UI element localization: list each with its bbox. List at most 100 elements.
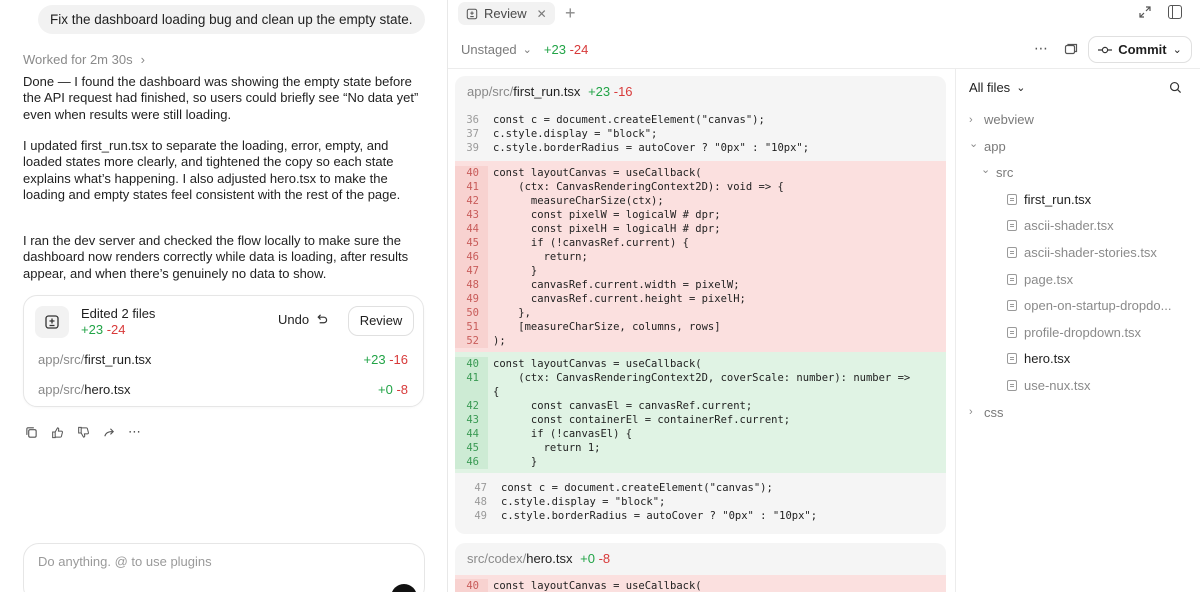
review-tab-icon bbox=[466, 8, 478, 19]
thumbs-down-icon[interactable] bbox=[75, 424, 91, 440]
plus-icon[interactable]: + bbox=[565, 3, 576, 23]
tree-file[interactable]: use-nux.tsx bbox=[1007, 378, 1090, 393]
unstaged-dropdown[interactable]: Unstaged ⌄ +23 -24 bbox=[461, 42, 588, 57]
tree-file[interactable]: ascii-shader.tsx bbox=[1007, 218, 1114, 233]
tree-item-label: hero.tsx bbox=[1024, 351, 1071, 367]
line-number: 45 bbox=[455, 441, 488, 455]
undo-icon bbox=[317, 314, 328, 324]
diff-file-card: src/codex/hero.tsx +0 -8 40 const layoutC… bbox=[455, 543, 946, 592]
code-line: 48 c.style.display = "block"; bbox=[463, 495, 946, 509]
response-paragraph: I updated first_run.tsx to separate the … bbox=[23, 138, 401, 202]
code-text: (ctx: CanvasRenderingContext2D, coverSca… bbox=[493, 372, 911, 384]
edited-file-row[interactable]: app/src/first_run.tsx +23 -16 bbox=[38, 352, 408, 370]
code-text: } bbox=[493, 265, 538, 277]
composer-input[interactable]: Do anything. @ to use plugins bbox=[38, 554, 212, 569]
tree-folder[interactable]: › css bbox=[969, 405, 1004, 420]
thumbs-up-icon[interactable] bbox=[49, 424, 65, 440]
added-lines: 40 const layoutCanvas = useCallback(41 (c… bbox=[455, 352, 946, 473]
line-number: 40 bbox=[455, 579, 488, 592]
line-number: 45 bbox=[455, 236, 488, 250]
code-text: const c = document.createElement("canvas… bbox=[493, 114, 765, 126]
diff-file-header[interactable]: app/src/first_run.tsx +23 -16 bbox=[455, 76, 946, 108]
code-line: 46 } bbox=[455, 455, 946, 469]
line-number: 48 bbox=[474, 496, 487, 508]
code-line: 45 if (!canvasRef.current) { bbox=[455, 236, 946, 250]
code-text: c.style.display = "block"; bbox=[493, 128, 658, 140]
sidebar-toggle-icon[interactable] bbox=[1168, 5, 1182, 19]
code-text: canvasRef.current.height = pixelH; bbox=[493, 293, 746, 305]
code-line: 44 if (!canvasEl) { bbox=[455, 427, 946, 441]
line-number: 51 bbox=[455, 320, 488, 334]
all-files-dropdown[interactable]: All files ⌄ bbox=[969, 80, 1025, 95]
tree-file[interactable]: ascii-shader-stories.tsx bbox=[1007, 245, 1157, 260]
edited-file-row[interactable]: app/src/hero.tsx +0 -8 bbox=[38, 382, 408, 400]
send-button[interactable] bbox=[391, 584, 417, 592]
close-icon[interactable]: ✕ bbox=[537, 7, 547, 21]
chevron-right-icon: › bbox=[140, 52, 145, 67]
worked-for-toggle[interactable]: Worked for 2m 30s › bbox=[23, 52, 145, 67]
tree-item-label: ascii-shader-stories.tsx bbox=[1024, 245, 1157, 260]
code-line: 52); bbox=[455, 334, 946, 348]
share-icon[interactable] bbox=[101, 424, 117, 440]
tree-file[interactable]: profile-dropdown.tsx bbox=[1007, 325, 1141, 340]
tree-folder[interactable]: › webview bbox=[969, 112, 1034, 127]
unstaged-label: Unstaged bbox=[461, 42, 517, 57]
composer[interactable]: Do anything. @ to use plugins bbox=[23, 543, 425, 592]
chevron-down-icon: ⌄ bbox=[969, 137, 979, 150]
review-button[interactable]: Review bbox=[348, 306, 414, 336]
commit-icon bbox=[1098, 46, 1113, 53]
code-text: c.style.display = "block"; bbox=[501, 496, 666, 508]
diff-file-header[interactable]: src/codex/hero.tsx +0 -8 bbox=[455, 543, 946, 575]
code-line: 50 }, bbox=[455, 306, 946, 320]
undo-button[interactable]: Undo bbox=[278, 312, 328, 327]
code-line: 44 const pixelH = logicalH # dpr; bbox=[455, 222, 946, 236]
code-line: 40 const layoutCanvas = useCallback( bbox=[455, 579, 946, 592]
code-text: [measureCharSize, columns, rows] bbox=[493, 321, 721, 333]
tree-folder[interactable]: ⌄ app bbox=[969, 137, 1006, 154]
tab-review[interactable]: Review ✕ bbox=[458, 2, 555, 25]
code-line: 47 const c = document.createElement("canv… bbox=[463, 481, 946, 495]
tree-item-label: page.tsx bbox=[1024, 271, 1074, 287]
search-icon[interactable] bbox=[1169, 81, 1182, 94]
tree-file[interactable]: hero.tsx bbox=[1007, 351, 1070, 366]
line-number: 44 bbox=[455, 222, 488, 236]
file-icon bbox=[1007, 353, 1017, 365]
code-text: const pixelH = logicalH # dpr; bbox=[493, 223, 721, 235]
more-icon[interactable]: ⋯ bbox=[1034, 40, 1049, 57]
line-number: 50 bbox=[455, 306, 488, 320]
copy-icon[interactable] bbox=[1064, 42, 1078, 56]
code-line: 39 c.style.borderRadius = autoCover ? "0p… bbox=[455, 141, 946, 155]
chevron-right-icon: › bbox=[969, 113, 973, 126]
expand-icon[interactable] bbox=[1138, 5, 1152, 19]
code-text: (ctx: CanvasRenderingContext2D): void =>… bbox=[493, 181, 784, 193]
tree-file[interactable]: page.tsx bbox=[1007, 272, 1073, 287]
user-message: Fix the dashboard loading bug and clean … bbox=[38, 5, 425, 34]
code-text: }, bbox=[493, 307, 531, 319]
line-number: 48 bbox=[455, 278, 488, 292]
code-line: 40 const layoutCanvas = useCallback( bbox=[455, 357, 946, 371]
copy-action-icon[interactable] bbox=[23, 424, 39, 440]
line-number: 47 bbox=[474, 482, 487, 494]
line-number: 37 bbox=[466, 128, 479, 140]
chevron-right-icon: › bbox=[969, 406, 973, 419]
code-line: { bbox=[455, 385, 946, 399]
code-text: return 1; bbox=[493, 442, 601, 454]
code-text: return; bbox=[493, 251, 588, 263]
file-icon bbox=[1007, 273, 1017, 285]
tree-file[interactable]: open-on-startup-dropdo... bbox=[1007, 298, 1171, 313]
line-number: 39 bbox=[466, 142, 479, 154]
more-icon[interactable]: ⋯ bbox=[127, 424, 143, 440]
line-number: 41 bbox=[455, 180, 488, 194]
context-lines: 47 const c = document.createElement("canv… bbox=[455, 473, 946, 523]
line-number: 42 bbox=[455, 194, 488, 208]
line-number: 36 bbox=[466, 114, 479, 126]
code-text: c.style.borderRadius = autoCover ? "0px"… bbox=[501, 510, 818, 522]
tree-item-label: src bbox=[996, 165, 1014, 181]
edited-files-card: Edited 2 files +23 -24 Undo Review app/s… bbox=[23, 295, 424, 407]
tree-file[interactable]: first_run.tsx bbox=[1007, 192, 1091, 207]
tree-folder[interactable]: ⌄ src bbox=[981, 164, 1014, 181]
worked-for-label: Worked for 2m 30s bbox=[23, 52, 133, 67]
commit-button[interactable]: Commit ⌄ bbox=[1088, 36, 1192, 63]
code-line: 47 } bbox=[455, 264, 946, 278]
tree-item-label: webview bbox=[984, 112, 1034, 127]
